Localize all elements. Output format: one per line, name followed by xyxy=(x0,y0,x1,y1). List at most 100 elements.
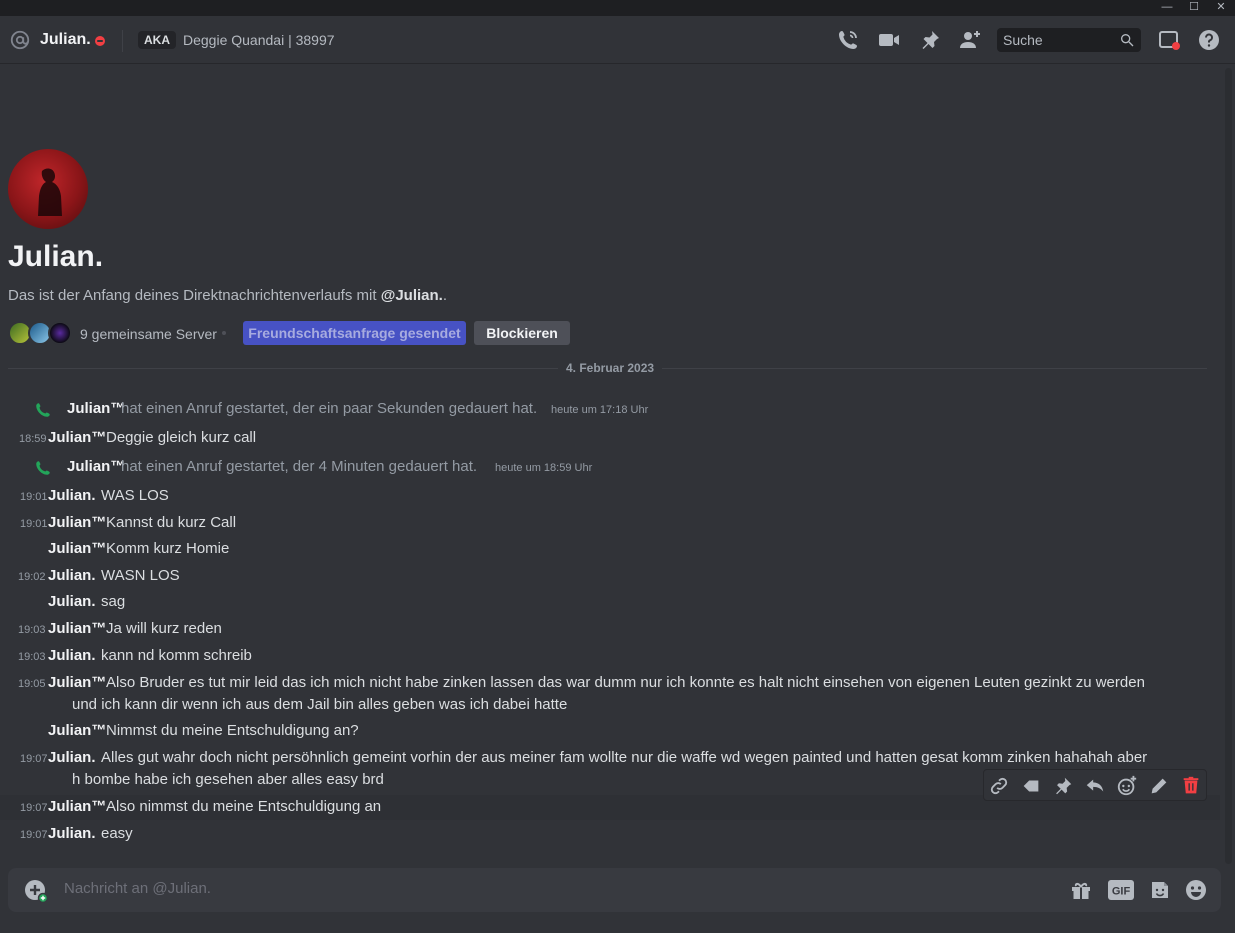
message-content: Kannst du kurz Call xyxy=(106,514,237,531)
message-content: kann nd komm schreib xyxy=(101,647,252,664)
pin-message-icon[interactable] xyxy=(1052,775,1074,797)
profile-intro: Das ist der Anfang deines Direktnachrich… xyxy=(8,287,447,304)
block-button[interactable]: Blockieren xyxy=(474,321,570,345)
message-timestamp[interactable]: 19:01 xyxy=(20,491,48,503)
maximize-button[interactable]: ☐ xyxy=(1183,0,1205,16)
phone-call-icon xyxy=(34,401,52,423)
message-author[interactable]: Julian. xyxy=(48,749,96,766)
avatar[interactable] xyxy=(8,149,88,229)
edit-message-icon[interactable] xyxy=(1148,775,1170,797)
chat-scrollbar[interactable] xyxy=(1225,68,1232,864)
search-placeholder: Suche xyxy=(1003,32,1043,48)
message-author[interactable]: Julian™ xyxy=(48,514,106,531)
message-actions-toolbar xyxy=(983,769,1207,801)
message-author[interactable]: Julian. xyxy=(48,487,96,504)
copy-link-icon[interactable] xyxy=(988,775,1010,797)
sticker-icon[interactable] xyxy=(1148,878,1172,906)
friend-request-sent-button[interactable]: Freundschaftsanfrage gesendet xyxy=(243,321,466,345)
message-input-placeholder[interactable]: Nachricht an @Julian. xyxy=(64,880,211,897)
message-timestamp[interactable]: 19:07 xyxy=(20,829,48,841)
call-text: hat einen Anruf gestartet, der 4 Minuten… xyxy=(121,458,478,475)
mutual-server-avatar[interactable] xyxy=(48,321,72,345)
message-row: 19:03 Julian™ Ja will kurz reden xyxy=(0,620,1220,640)
message-row: 19:07 Julian. easy xyxy=(0,825,1220,845)
call-system-message: Julian™ hat einen Anruf gestartet, der e… xyxy=(0,400,1220,420)
dm-recipient-name[interactable]: Julian. xyxy=(40,31,91,49)
message-content: Deggie gleich kurz call xyxy=(106,429,257,446)
message-content: Nimmst du meine Entschuldigung an? xyxy=(106,722,359,739)
message-content: easy xyxy=(101,825,133,842)
intro-suffix: . xyxy=(442,287,447,304)
message-content: WASN LOS xyxy=(101,567,180,584)
close-window-button[interactable]: ✕ xyxy=(1210,0,1232,16)
start-voice-call-icon[interactable] xyxy=(836,28,860,52)
message-timestamp[interactable]: 19:07 xyxy=(20,802,48,814)
profile-name: Julian. xyxy=(8,240,104,273)
message-row: Julian™ Nimmst du meine Entschuldigung a… xyxy=(0,722,1220,742)
delete-message-icon[interactable] xyxy=(1180,775,1202,797)
message-author[interactable]: Julian. xyxy=(48,593,96,610)
phone-call-icon xyxy=(34,459,52,481)
search-input[interactable]: Suche xyxy=(997,28,1141,52)
message-content: Ja will kurz reden xyxy=(106,620,222,637)
mutual-servers-link[interactable]: 9 gemeinsame Server xyxy=(80,326,217,342)
message-timestamp[interactable]: 18:59 xyxy=(19,433,47,445)
message-content: WAS LOS xyxy=(101,487,169,504)
minimize-button[interactable]: — xyxy=(1156,0,1178,16)
message-timestamp[interactable]: heute um 17:18 Uhr xyxy=(551,404,648,416)
message-row: 19:01 Julian. WAS LOS xyxy=(0,487,1220,507)
message-row: 19:01 Julian™ Kannst du kurz Call xyxy=(0,514,1220,534)
message-row: 19:03 Julian. kann nd komm schreib xyxy=(0,647,1220,667)
add-reaction-icon[interactable] xyxy=(1116,775,1138,797)
inbox-icon[interactable] xyxy=(1157,28,1181,52)
separator-dot xyxy=(222,331,226,335)
aka-badge: AKA xyxy=(138,31,176,49)
message-author[interactable]: Julian™ xyxy=(48,798,106,815)
message-timestamp[interactable]: 19:03 xyxy=(18,651,46,663)
pinned-messages-icon[interactable] xyxy=(918,28,942,52)
message-author[interactable]: Julian™ xyxy=(48,540,106,557)
message-row: 19:07 Julian™ Also nimmst du meine Entsc… xyxy=(0,798,1220,818)
gif-icon[interactable]: GIF xyxy=(1108,880,1134,904)
message-author[interactable]: Julian. xyxy=(48,647,96,664)
upload-plus-icon[interactable] xyxy=(24,879,49,907)
mark-unread-icon[interactable] xyxy=(1020,775,1042,797)
message-author[interactable]: Julian™ xyxy=(48,429,106,446)
intro-text: Das ist der Anfang deines Direktnachrich… xyxy=(8,287,381,304)
channel-header: Julian. AKA Deggie Quandai | 38997 Suche xyxy=(0,16,1235,64)
message-author[interactable]: Julian. xyxy=(48,567,96,584)
gift-icon[interactable] xyxy=(1069,878,1093,906)
message-author[interactable]: Julian™ xyxy=(48,722,106,739)
message-timestamp[interactable]: 19:02 xyxy=(18,571,46,583)
window-titlebar: — ☐ ✕ xyxy=(0,0,1235,16)
call-system-message: Julian™ hat einen Anruf gestartet, der 4… xyxy=(0,458,1220,478)
reply-icon[interactable] xyxy=(1084,775,1106,797)
message-content: h bombe habe ich gesehen aber alles easy… xyxy=(72,771,384,788)
message-author[interactable]: Julian™ xyxy=(67,458,125,475)
aka-names: Deggie Quandai | 38997 xyxy=(183,32,335,48)
message-row: 19:05 Julian™ Also Bruder es tut mir lei… xyxy=(0,674,1220,718)
message-timestamp[interactable]: 19:07 xyxy=(20,753,48,765)
help-icon[interactable] xyxy=(1197,28,1221,52)
message-timestamp[interactable]: 19:03 xyxy=(18,624,46,636)
emoji-icon[interactable] xyxy=(1184,878,1208,906)
date-divider-label: 4. Februar 2023 xyxy=(558,361,663,375)
intro-handle[interactable]: @Julian. xyxy=(381,287,443,304)
message-row: Julian™ Komm kurz Homie xyxy=(0,540,1220,560)
start-video-call-icon[interactable] xyxy=(877,28,901,52)
message-content: Also Bruder es tut mir leid das ich mich… xyxy=(106,674,1145,691)
message-content: und ich kann dir wenn ich aus dem Jail b… xyxy=(72,696,568,713)
message-timestamp[interactable]: heute um 18:59 Uhr xyxy=(495,462,592,474)
message-composer[interactable]: Nachricht an @Julian. GIF xyxy=(8,868,1221,912)
message-content: Alles gut wahr doch nicht persöhnlich ge… xyxy=(101,749,1148,766)
message-author[interactable]: Julian™ xyxy=(48,674,106,691)
message-row: 19:02 Julian. WASN LOS xyxy=(0,567,1220,587)
message-author[interactable]: Julian. xyxy=(48,825,96,842)
add-friends-to-dm-icon[interactable] xyxy=(958,28,982,52)
message-timestamp[interactable]: 19:01 xyxy=(20,518,48,530)
message-author[interactable]: Julian™ xyxy=(67,400,125,417)
message-timestamp[interactable]: 19:05 xyxy=(18,678,46,690)
message-author[interactable]: Julian™ xyxy=(48,620,106,637)
message-content: sag xyxy=(101,593,126,610)
message-content: Komm kurz Homie xyxy=(106,540,230,557)
